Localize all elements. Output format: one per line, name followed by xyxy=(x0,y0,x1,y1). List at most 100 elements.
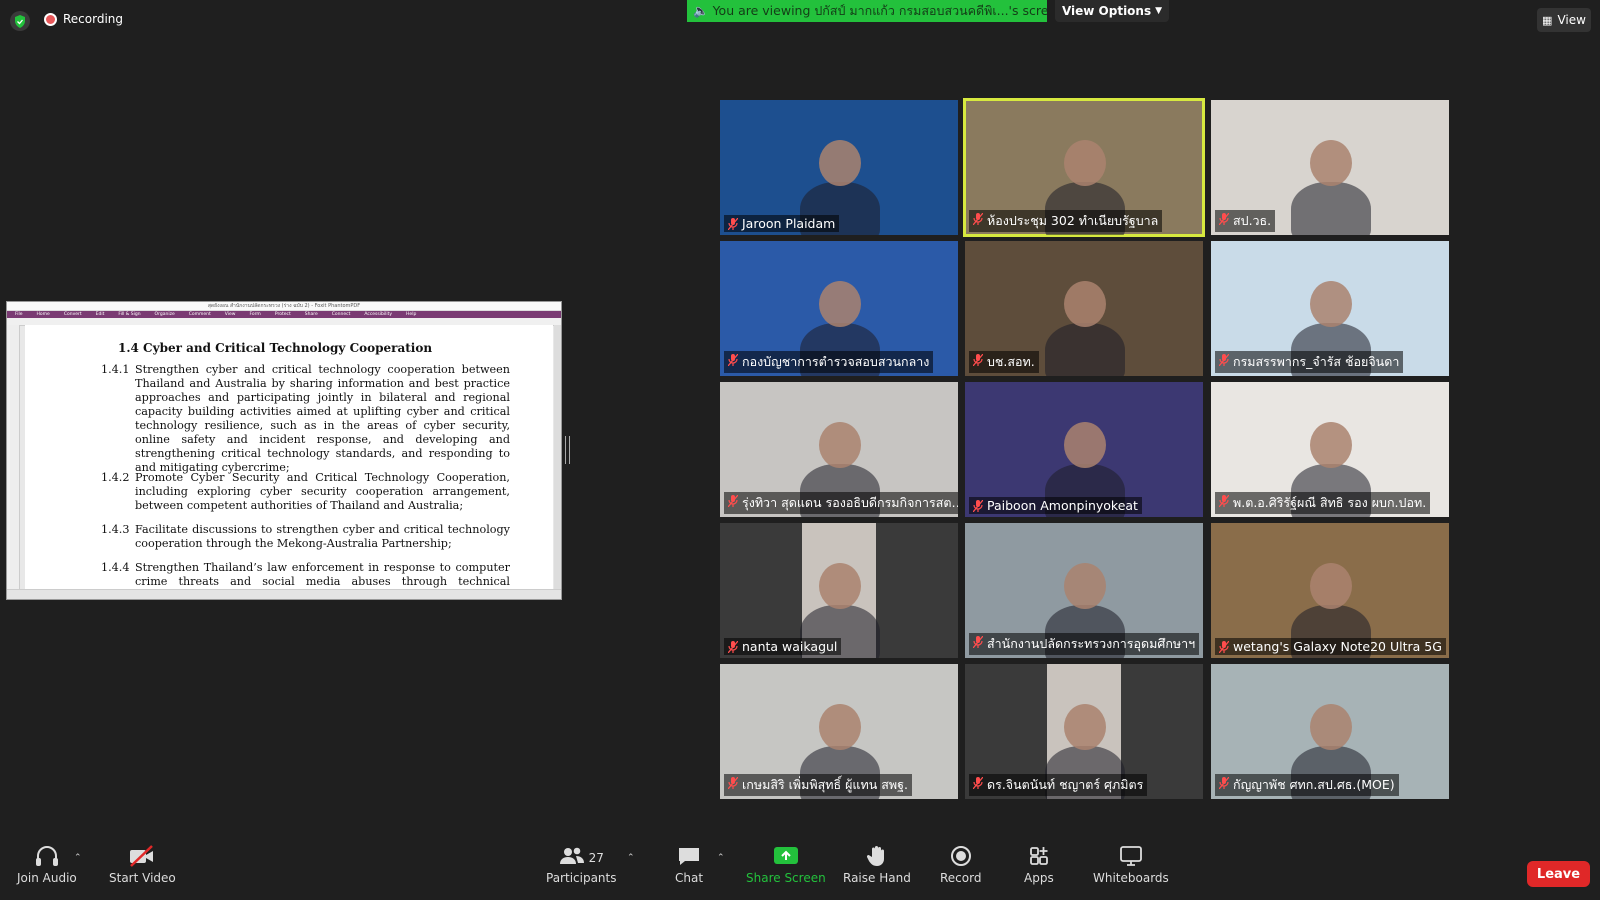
participant-name: เกษมสิริ เพิ่มพิสุทธิ์ ผู้แทน สพฐ. xyxy=(724,774,912,796)
start-video-label: Start Video xyxy=(109,871,176,885)
participant-name: พ.ต.อ.ศิริรัฐ์ผณี สิทธิ รอง ผบก.ปอท. xyxy=(1215,492,1431,514)
participant-tile[interactable]: บช.สอท. xyxy=(965,241,1203,376)
ribbon-tab: File xyxy=(15,312,23,317)
apps-label: Apps xyxy=(1024,871,1054,885)
participant-tile[interactable]: สำนักงานปลัดกระทรวงการอุดมศึกษาฯ xyxy=(965,523,1203,658)
participant-name: Paiboon Amonpinyokeat xyxy=(969,497,1142,514)
headphones-icon xyxy=(35,846,58,866)
participant-name-text: ดร.จินตนันท์ ชญาตร์ ศุภมิตร xyxy=(987,777,1144,792)
chat-label: Chat xyxy=(675,871,704,885)
mic-muted-icon xyxy=(972,776,984,790)
ribbon-tab: Form xyxy=(249,312,261,317)
participant-name-text: Paiboon Amonpinyokeat xyxy=(987,498,1138,513)
record-icon xyxy=(950,846,971,866)
participant-name: สป.วธ. xyxy=(1215,210,1276,232)
ribbon-tab: Accessibility xyxy=(364,312,393,317)
item-text: Strengthen Thailand’s law enforcement in… xyxy=(135,561,510,588)
ribbon-tab: Help xyxy=(406,312,417,317)
participant-tile[interactable]: Jaroon Plaidam xyxy=(720,100,958,235)
hand-icon xyxy=(866,846,884,866)
participant-name: nanta waikagul xyxy=(724,638,842,655)
person-head xyxy=(819,140,861,186)
mic-muted-icon xyxy=(972,499,984,513)
participant-name-text: Jaroon Plaidam xyxy=(742,216,836,231)
participant-tile[interactable]: wetang's Galaxy Note20 Ultra 5G xyxy=(1211,523,1449,658)
document-page: 1.4 Cyber and Critical Technology Cooper… xyxy=(25,325,553,589)
shared-screen[interactable]: สุดยังงอน สำนักงานปลัดกระทรวง (ร่าง ฉบับ… xyxy=(6,301,562,600)
document-heading: 1.4 Cyber and Critical Technology Cooper… xyxy=(118,341,433,355)
chevron-down-icon: ▼ xyxy=(1155,6,1163,16)
participant-name: กัญญาพัช ศทก.สป.ศธ.(MOE) xyxy=(1215,774,1399,796)
split-divider-handle[interactable] xyxy=(565,436,570,464)
participant-tile[interactable]: รุ่งทิวา สุดแดน รองอธิบดีกรมกิจการสตรีแล… xyxy=(720,382,958,517)
chat-button[interactable]: Chat xyxy=(675,845,703,885)
item-text: Promote Cyber Security and Critical Tech… xyxy=(135,471,510,512)
join-audio-button[interactable]: Join Audio xyxy=(17,845,77,885)
mic-muted-icon xyxy=(1218,776,1230,790)
participant-name-text: wetang's Galaxy Note20 Ultra 5G xyxy=(1233,639,1442,654)
mic-muted-icon xyxy=(727,640,739,654)
apps-button[interactable]: Apps xyxy=(1024,845,1054,885)
mic-muted-icon xyxy=(1218,640,1230,654)
view-label: View xyxy=(1557,13,1586,27)
participant-tile[interactable]: กองบัญชาการตำรวจสอบสวนกลาง xyxy=(720,241,958,376)
participant-tile[interactable]: ดร.จินตนันท์ ชญาตร์ ศุภมิตร xyxy=(965,664,1203,799)
grid-icon: ▦ xyxy=(1542,13,1553,27)
participant-tile[interactable]: กัญญาพัช ศทก.สป.ศธ.(MOE) xyxy=(1211,664,1449,799)
record-button[interactable]: Record xyxy=(940,845,981,885)
person-head xyxy=(819,281,861,327)
participant-tile[interactable]: Paiboon Amonpinyokeat xyxy=(965,382,1203,517)
person-head xyxy=(1064,281,1106,327)
view-button[interactable]: ▦ View xyxy=(1537,8,1591,32)
raise-hand-button[interactable]: Raise Hand xyxy=(843,845,911,885)
ribbon-tab: Fill & Sign xyxy=(118,312,141,317)
participants-button[interactable]: 27 Participants xyxy=(546,845,617,885)
participant-tile[interactable]: พ.ต.อ.ศิริรัฐ์ผณี สิทธิ รอง ผบก.ปอท. xyxy=(1211,382,1449,517)
audio-options-caret-icon[interactable]: ⌃ xyxy=(74,853,82,863)
participant-tile[interactable]: สป.วธ. xyxy=(1211,100,1449,235)
mic-muted-icon xyxy=(727,353,739,367)
participant-tile[interactable]: ห้องประชุม 302 ทำเนียบรัฐบาล xyxy=(963,98,1205,237)
person-head xyxy=(1064,563,1106,609)
document-item: 1.4.3 Facilitate discussions to strength… xyxy=(101,523,510,551)
participants-label: Participants xyxy=(546,871,617,885)
whiteboards-button[interactable]: Whiteboards xyxy=(1093,845,1169,885)
share-screen-button[interactable]: Share Screen xyxy=(746,845,826,885)
leave-button[interactable]: Leave xyxy=(1527,861,1590,887)
ribbon-tab: Connect xyxy=(331,312,351,317)
chat-icon xyxy=(679,848,700,865)
item-number: 1.4.1 xyxy=(101,363,130,376)
mic-muted-icon xyxy=(1218,494,1230,508)
participants-caret-icon[interactable]: ⌃ xyxy=(627,853,635,863)
mic-muted-icon xyxy=(727,217,739,231)
item-number: 1.4.4 xyxy=(101,561,130,574)
view-options-button[interactable]: View Options ▼ xyxy=(1055,0,1169,22)
person-head xyxy=(1064,704,1106,750)
participant-name-text: ห้องประชุม 302 ทำเนียบรัฐบาล xyxy=(987,213,1159,228)
item-text: Strengthen cyber and critical technology… xyxy=(135,363,510,474)
person-head xyxy=(819,563,861,609)
participant-name: ดร.จินตนันท์ ชญาตร์ ศุภมิตร xyxy=(969,774,1148,796)
meeting-toolbar: Join Audio ⌃ Start Video 27 Participants… xyxy=(0,845,1600,900)
participant-name-text: รุ่งทิวา สุดแดน รองอธิบดีกรมกิจการสตรีแล… xyxy=(742,495,958,510)
person-head xyxy=(1310,563,1352,609)
participant-name: กองบัญชาการตำรวจสอบสวนกลาง xyxy=(724,351,934,373)
start-video-button[interactable]: Start Video xyxy=(109,845,176,885)
participant-name-text: สำนักงานปลัดกระทรวงการอุดมศึกษาฯ xyxy=(987,636,1196,651)
security-shield-icon[interactable] xyxy=(10,11,30,31)
participant-tile[interactable]: nanta waikagul xyxy=(720,523,958,658)
participant-tile[interactable]: กรมสรรพากร_จำรัส ช้อยจินดา xyxy=(1211,241,1449,376)
document-item: 1.4.2 Promote Cyber Security and Critica… xyxy=(101,471,510,513)
recording-indicator[interactable]: Recording xyxy=(44,12,123,26)
participant-name: ห้องประชุม 302 ทำเนียบรัฐบาล xyxy=(969,210,1163,232)
chat-caret-icon[interactable]: ⌃ xyxy=(717,853,725,863)
participant-name-text: พ.ต.อ.ศิริรัฐ์ผณี สิทธิ รอง ผบก.ปอท. xyxy=(1233,495,1427,510)
participant-name: บช.สอท. xyxy=(969,351,1039,373)
document-item: 1.4.1 Strengthen cyber and critical tech… xyxy=(101,363,510,475)
mic-muted-icon xyxy=(1218,353,1230,367)
person-head xyxy=(1064,140,1106,186)
participant-tile[interactable]: เกษมสิริ เพิ่มพิสุทธิ์ ผู้แทน สพฐ. xyxy=(720,664,958,799)
share-screen-icon xyxy=(773,847,798,864)
person-head xyxy=(1310,140,1352,186)
document-statusbar xyxy=(7,589,561,599)
